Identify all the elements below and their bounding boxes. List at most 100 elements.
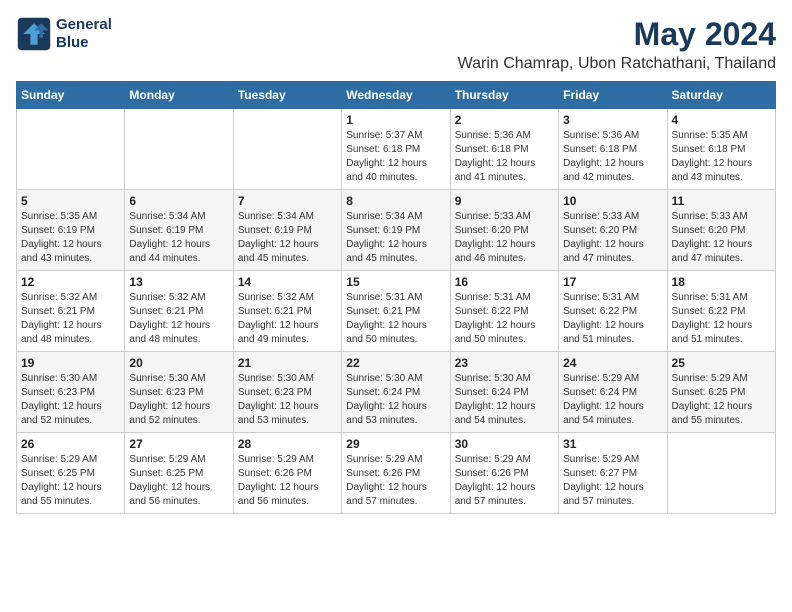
day-number: 9 — [455, 194, 554, 208]
day-info: Sunrise: 5:29 AM Sunset: 6:25 PM Dayligh… — [672, 372, 771, 428]
day-number: 24 — [563, 356, 662, 370]
day-number: 28 — [238, 437, 337, 451]
calendar-day-cell — [233, 109, 341, 190]
day-info: Sunrise: 5:35 AM Sunset: 6:18 PM Dayligh… — [672, 129, 771, 185]
day-info: Sunrise: 5:34 AM Sunset: 6:19 PM Dayligh… — [129, 210, 228, 266]
day-number: 23 — [455, 356, 554, 370]
calendar-day-cell: 16 Sunrise: 5:31 AM Sunset: 6:22 PM Dayli… — [450, 271, 558, 352]
day-number: 11 — [672, 194, 771, 208]
calendar-week-row: 26 Sunrise: 5:29 AM Sunset: 6:25 PM Dayli… — [17, 433, 776, 514]
calendar-day-cell: 14Sunrise: 5:32 AM Sunset: 6:21 PM Dayli… — [233, 271, 341, 352]
calendar-week-row: 5Sunrise: 5:35 AM Sunset: 6:19 PM Daylig… — [17, 190, 776, 271]
logo-text: General Blue — [56, 16, 112, 52]
calendar-day-cell: 9 Sunrise: 5:33 AM Sunset: 6:20 PM Daylig… — [450, 190, 558, 271]
day-info: Sunrise: 5:29 AM Sunset: 6:27 PM Dayligh… — [563, 453, 662, 509]
day-info: Sunrise: 5:34 AM Sunset: 6:19 PM Dayligh… — [346, 210, 445, 266]
day-info: Sunrise: 5:33 AM Sunset: 6:20 PM Dayligh… — [563, 210, 662, 266]
calendar-day-cell: 31 Sunrise: 5:29 AM Sunset: 6:27 PM Dayli… — [559, 433, 667, 514]
day-info: Sunrise: 5:37 AM Sunset: 6:18 PM Dayligh… — [346, 129, 445, 185]
day-number: 6 — [129, 194, 228, 208]
calendar-day-cell: 28 Sunrise: 5:29 AM Sunset: 6:26 PM Dayli… — [233, 433, 341, 514]
day-number: 2 — [455, 113, 554, 127]
day-number: 15 — [346, 275, 445, 289]
weekday-header: Monday — [125, 82, 233, 109]
weekday-header: Friday — [559, 82, 667, 109]
calendar-day-cell: 27 Sunrise: 5:29 AM Sunset: 6:25 PM Dayli… — [125, 433, 233, 514]
day-info: Sunrise: 5:30 AM Sunset: 6:23 PM Dayligh… — [238, 372, 337, 428]
logo-icon — [16, 16, 52, 52]
calendar-day-cell: 8 Sunrise: 5:34 AM Sunset: 6:19 PM Daylig… — [342, 190, 450, 271]
day-info: Sunrise: 5:31 AM Sunset: 6:22 PM Dayligh… — [563, 291, 662, 347]
calendar-week-row: 19 Sunrise: 5:30 AM Sunset: 6:23 PM Dayli… — [17, 352, 776, 433]
weekday-header: Tuesday — [233, 82, 341, 109]
calendar-day-cell — [667, 433, 775, 514]
calendar-day-cell: 24 Sunrise: 5:29 AM Sunset: 6:24 PM Dayli… — [559, 352, 667, 433]
day-number: 14 — [238, 275, 337, 289]
calendar-day-cell: 6 Sunrise: 5:34 AM Sunset: 6:19 PM Daylig… — [125, 190, 233, 271]
day-info: Sunrise: 5:32 AM Sunset: 6:21 PM Dayligh… — [129, 291, 228, 347]
calendar-day-cell: 10 Sunrise: 5:33 AM Sunset: 6:20 PM Dayli… — [559, 190, 667, 271]
day-info: Sunrise: 5:36 AM Sunset: 6:18 PM Dayligh… — [563, 129, 662, 185]
day-info: Sunrise: 5:29 AM Sunset: 6:24 PM Dayligh… — [563, 372, 662, 428]
day-number: 31 — [563, 437, 662, 451]
calendar-table: SundayMondayTuesdayWednesdayThursdayFrid… — [16, 81, 776, 514]
page-header: General Blue May 2024 Warin Chamrap, Ubo… — [16, 16, 776, 73]
day-number: 20 — [129, 356, 228, 370]
weekday-header: Thursday — [450, 82, 558, 109]
day-number: 3 — [563, 113, 662, 127]
day-info: Sunrise: 5:33 AM Sunset: 6:20 PM Dayligh… — [455, 210, 554, 266]
day-info: Sunrise: 5:29 AM Sunset: 6:25 PM Dayligh… — [21, 453, 120, 509]
calendar-day-cell: 4 Sunrise: 5:35 AM Sunset: 6:18 PM Daylig… — [667, 109, 775, 190]
logo: General Blue — [16, 16, 112, 52]
calendar-day-cell: 19 Sunrise: 5:30 AM Sunset: 6:23 PM Dayli… — [17, 352, 125, 433]
calendar-day-cell: 15 Sunrise: 5:31 AM Sunset: 6:21 PM Dayli… — [342, 271, 450, 352]
day-info: Sunrise: 5:29 AM Sunset: 6:26 PM Dayligh… — [238, 453, 337, 509]
calendar-day-cell: 3 Sunrise: 5:36 AM Sunset: 6:18 PM Daylig… — [559, 109, 667, 190]
day-number: 4 — [672, 113, 771, 127]
calendar-day-cell: 2Sunrise: 5:36 AM Sunset: 6:18 PM Daylig… — [450, 109, 558, 190]
calendar-day-cell — [17, 109, 125, 190]
day-number: 27 — [129, 437, 228, 451]
day-number: 8 — [346, 194, 445, 208]
calendar-day-cell: 1Sunrise: 5:37 AM Sunset: 6:18 PM Daylig… — [342, 109, 450, 190]
calendar-day-cell: 18Sunrise: 5:31 AM Sunset: 6:22 PM Dayli… — [667, 271, 775, 352]
day-info: Sunrise: 5:30 AM Sunset: 6:24 PM Dayligh… — [346, 372, 445, 428]
calendar-day-cell: 29Sunrise: 5:29 AM Sunset: 6:26 PM Dayli… — [342, 433, 450, 514]
day-info: Sunrise: 5:32 AM Sunset: 6:21 PM Dayligh… — [21, 291, 120, 347]
day-number: 30 — [455, 437, 554, 451]
calendar-day-cell: 30 Sunrise: 5:29 AM Sunset: 6:26 PM Dayli… — [450, 433, 558, 514]
calendar-week-row: 12 Sunrise: 5:32 AM Sunset: 6:21 PM Dayli… — [17, 271, 776, 352]
weekday-header: Sunday — [17, 82, 125, 109]
day-info: Sunrise: 5:29 AM Sunset: 6:26 PM Dayligh… — [346, 453, 445, 509]
main-title: May 2024 — [458, 16, 776, 53]
weekday-header: Wednesday — [342, 82, 450, 109]
day-number: 25 — [672, 356, 771, 370]
day-info: Sunrise: 5:34 AM Sunset: 6:19 PM Dayligh… — [238, 210, 337, 266]
day-info: Sunrise: 5:29 AM Sunset: 6:25 PM Dayligh… — [129, 453, 228, 509]
day-number: 22 — [346, 356, 445, 370]
weekday-header: Saturday — [667, 82, 775, 109]
calendar-day-cell — [125, 109, 233, 190]
day-info: Sunrise: 5:31 AM Sunset: 6:22 PM Dayligh… — [455, 291, 554, 347]
day-number: 19 — [21, 356, 120, 370]
calendar-day-cell: 7 Sunrise: 5:34 AM Sunset: 6:19 PM Daylig… — [233, 190, 341, 271]
day-number: 26 — [21, 437, 120, 451]
day-info: Sunrise: 5:33 AM Sunset: 6:20 PM Dayligh… — [672, 210, 771, 266]
day-info: Sunrise: 5:30 AM Sunset: 6:23 PM Dayligh… — [129, 372, 228, 428]
day-info: Sunrise: 5:31 AM Sunset: 6:21 PM Dayligh… — [346, 291, 445, 347]
calendar-day-cell: 25 Sunrise: 5:29 AM Sunset: 6:25 PM Dayli… — [667, 352, 775, 433]
day-number: 7 — [238, 194, 337, 208]
calendar-day-cell: 12 Sunrise: 5:32 AM Sunset: 6:21 PM Dayli… — [17, 271, 125, 352]
calendar-day-cell: 21 Sunrise: 5:30 AM Sunset: 6:23 PM Dayli… — [233, 352, 341, 433]
day-number: 10 — [563, 194, 662, 208]
day-number: 21 — [238, 356, 337, 370]
calendar-day-cell: 17Sunrise: 5:31 AM Sunset: 6:22 PM Dayli… — [559, 271, 667, 352]
calendar-day-cell: 5Sunrise: 5:35 AM Sunset: 6:19 PM Daylig… — [17, 190, 125, 271]
day-number: 16 — [455, 275, 554, 289]
calendar-day-cell: 26 Sunrise: 5:29 AM Sunset: 6:25 PM Dayli… — [17, 433, 125, 514]
calendar-header-row: SundayMondayTuesdayWednesdayThursdayFrid… — [17, 82, 776, 109]
day-info: Sunrise: 5:30 AM Sunset: 6:23 PM Dayligh… — [21, 372, 120, 428]
day-info: Sunrise: 5:29 AM Sunset: 6:26 PM Dayligh… — [455, 453, 554, 509]
day-info: Sunrise: 5:35 AM Sunset: 6:19 PM Dayligh… — [21, 210, 120, 266]
day-number: 12 — [21, 275, 120, 289]
